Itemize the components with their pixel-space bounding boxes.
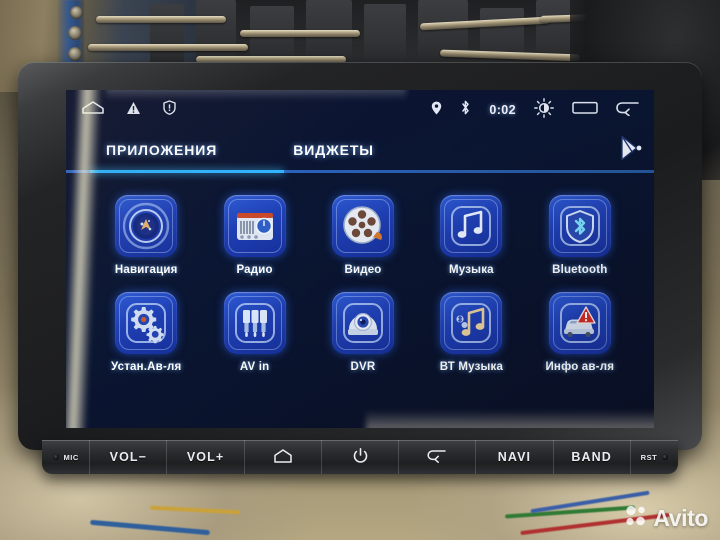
- avito-label: Avito: [653, 505, 708, 531]
- hw-button-home[interactable]: [243, 440, 321, 474]
- app-label: ВТ Музыка: [439, 361, 504, 373]
- wire-yellow: [149, 505, 241, 515]
- photo-scene: 0:02 ПРИЛОЖЕНИЯ ВИДЖЕТЫ Навигация Радио …: [0, 0, 720, 540]
- app-music[interactable]: Музыка: [417, 195, 525, 276]
- app-video[interactable]: Видео: [309, 195, 417, 276]
- bluetooth-icon: [460, 100, 471, 120]
- play-store-icon[interactable]: [620, 134, 644, 166]
- hw-button-volume-up[interactable]: VOL+: [166, 440, 243, 474]
- reset-hole-icon[interactable]: [662, 454, 669, 460]
- app-label: Видео: [344, 264, 382, 276]
- hw-button-label: NAVI: [497, 450, 532, 464]
- socket-ring: [68, 26, 82, 40]
- bluetooth-music-icon: [440, 292, 503, 354]
- app-label: Музыка: [449, 264, 494, 276]
- app-label: DVR: [350, 361, 376, 373]
- extension-bar: [439, 49, 581, 62]
- hardware-button-bar: MIC VOL− VOL+ NAVI BAND RST: [42, 440, 678, 474]
- hw-button-band[interactable]: BAND: [552, 440, 630, 474]
- hw-button-label: MIC: [63, 452, 79, 462]
- hw-button-navi[interactable]: NAVI: [475, 440, 552, 474]
- app-bluetooth[interactable]: Bluetooth: [526, 195, 634, 276]
- power-icon: [353, 447, 368, 467]
- hw-button-label: VOL−: [109, 450, 148, 464]
- app-grid: Навигация Радио Видео Музыка Bluetooth У…: [66, 173, 654, 373]
- hw-button-mic: MIC: [42, 440, 89, 474]
- tab-widgets[interactable]: ВИДЖЕТЫ: [283, 142, 384, 158]
- bluetooth-shield-icon: [548, 195, 611, 257]
- status-bar-right: 0:02: [431, 97, 640, 123]
- mic-hole-icon: [52, 454, 59, 460]
- socket-ring: [70, 6, 83, 19]
- app-label: Bluetooth: [552, 264, 608, 276]
- warning-triangle-icon: [126, 101, 141, 120]
- app-navigation[interactable]: Навигация: [92, 195, 200, 276]
- back-arrow-icon: [427, 448, 447, 466]
- status-bar: 0:02: [66, 90, 654, 130]
- hw-button-reset[interactable]: RST: [629, 440, 678, 474]
- hw-button-power[interactable]: [320, 440, 398, 474]
- radio-icon: [223, 195, 286, 257]
- avito-dots-logo-icon: [625, 505, 647, 532]
- car-head-unit: 0:02 ПРИЛОЖЕНИЯ ВИДЖЕТЫ Навигация Радио …: [18, 62, 702, 482]
- location-pin-icon: [431, 101, 442, 120]
- music-note-icon: [440, 195, 503, 257]
- app-label: Навигация: [114, 264, 178, 276]
- avito-watermark: Avito: [625, 505, 708, 532]
- extension-bar: [539, 12, 651, 23]
- extension-bar: [88, 44, 248, 51]
- app-car-settings[interactable]: Устан.Ав-ля: [92, 292, 200, 373]
- hw-button-label: RST: [640, 452, 658, 462]
- back-arrow-icon[interactable]: [616, 100, 640, 121]
- app-label: Инфо ав-ля: [545, 361, 615, 373]
- hw-button-volume-down[interactable]: VOL−: [89, 440, 166, 474]
- wire-green: [505, 505, 635, 519]
- rca-plugs-icon: [223, 292, 286, 354]
- tab-applications[interactable]: ПРИЛОЖЕНИЯ: [96, 142, 227, 158]
- hw-button-back[interactable]: [398, 440, 475, 474]
- socket-ring: [68, 47, 82, 61]
- dome-camera-icon: [331, 292, 394, 354]
- app-label: Радио: [236, 264, 273, 276]
- wire-blue: [90, 519, 210, 536]
- car-warning-icon: [548, 292, 611, 354]
- app-dvr[interactable]: DVR: [309, 292, 417, 373]
- hw-button-label: BAND: [571, 450, 612, 464]
- status-clock: 0:02: [489, 103, 516, 117]
- gears-settings-icon: [115, 292, 178, 354]
- app-label: AV in: [239, 361, 270, 373]
- tab-bar: ПРИЛОЖЕНИЯ ВИДЖЕТЫ: [66, 130, 654, 170]
- app-label: Устан.Ав-ля: [110, 361, 182, 373]
- home-icon: [274, 448, 292, 466]
- hw-button-label: VOL+: [186, 450, 225, 464]
- recent-apps-icon[interactable]: [572, 100, 598, 120]
- navigation-compass-icon: [115, 195, 178, 257]
- extension-bar: [240, 30, 360, 37]
- extension-bar: [96, 16, 226, 23]
- app-bt-music[interactable]: ВТ Музыка: [417, 292, 525, 373]
- home-outline-icon[interactable]: [82, 101, 104, 119]
- film-reel-icon: [331, 195, 394, 257]
- brightness-icon[interactable]: [534, 97, 554, 123]
- extension-bar: [419, 16, 551, 31]
- app-av-in[interactable]: AV in: [200, 292, 308, 373]
- app-radio[interactable]: Радио: [200, 195, 308, 276]
- app-car-info[interactable]: Инфо ав-ля: [526, 292, 634, 373]
- screen-glare-bottom: [366, 410, 654, 428]
- status-bar-left: [82, 100, 176, 120]
- touchscreen[interactable]: 0:02 ПРИЛОЖЕНИЯ ВИДЖЕТЫ Навигация Радио …: [66, 90, 654, 428]
- shield-exclamation-icon: [163, 100, 176, 120]
